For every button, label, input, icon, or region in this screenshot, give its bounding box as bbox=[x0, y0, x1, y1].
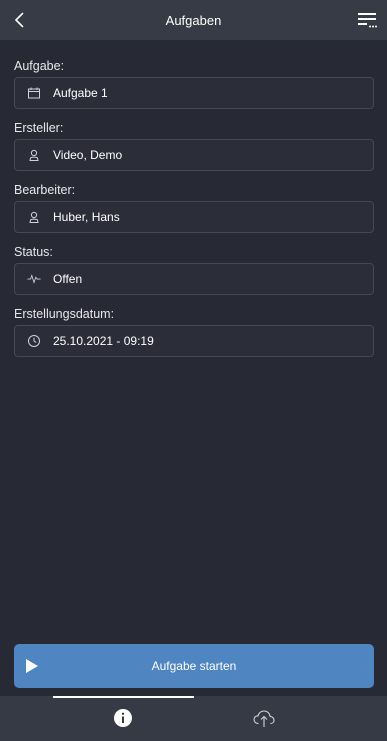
status-label: Status: bbox=[14, 245, 53, 259]
bottom-tab-bar bbox=[0, 696, 387, 741]
start-task-button[interactable]: Aufgabe starten bbox=[14, 644, 374, 688]
status-field: Offen bbox=[14, 263, 374, 295]
user-icon bbox=[27, 148, 41, 162]
created-date-field: 25.10.2021 - 09:19 bbox=[14, 325, 374, 357]
calendar-icon bbox=[27, 86, 41, 100]
editor-label: Bearbeiter: bbox=[14, 183, 76, 197]
pulse-icon bbox=[27, 272, 41, 286]
info-icon bbox=[114, 709, 132, 727]
menu-icon bbox=[358, 13, 377, 28]
clock-icon bbox=[27, 334, 41, 348]
creator-label: Ersteller: bbox=[14, 121, 64, 135]
editor-field: Huber, Hans bbox=[14, 201, 374, 233]
created-date-label: Erstellungsdatum: bbox=[14, 307, 115, 321]
user-icon bbox=[27, 210, 41, 224]
editor-value: Huber, Hans bbox=[53, 210, 120, 224]
task-value: Aufgabe 1 bbox=[53, 86, 108, 100]
task-label: Aufgabe: bbox=[14, 59, 65, 73]
play-icon bbox=[26, 659, 38, 673]
header-bar: Aufgaben bbox=[0, 0, 387, 40]
tab-upload[interactable] bbox=[199, 698, 329, 738]
tab-info[interactable] bbox=[58, 698, 188, 738]
created-date-value: 25.10.2021 - 09:19 bbox=[53, 334, 154, 348]
task-details: Aufgabe: Aufgabe 1 Ersteller: Video, Dem… bbox=[14, 58, 374, 368]
back-button[interactable] bbox=[6, 6, 34, 34]
menu-button[interactable] bbox=[353, 6, 381, 34]
cloud-upload-icon bbox=[253, 710, 275, 727]
status-value: Offen bbox=[53, 272, 83, 286]
start-task-label: Aufgabe starten bbox=[151, 659, 237, 673]
page-title: Aufgaben bbox=[165, 12, 222, 28]
creator-value: Video, Demo bbox=[53, 148, 123, 162]
creator-field: Video, Demo bbox=[14, 139, 374, 171]
chevron-left-icon bbox=[14, 12, 24, 28]
task-field: Aufgabe 1 bbox=[14, 77, 374, 109]
